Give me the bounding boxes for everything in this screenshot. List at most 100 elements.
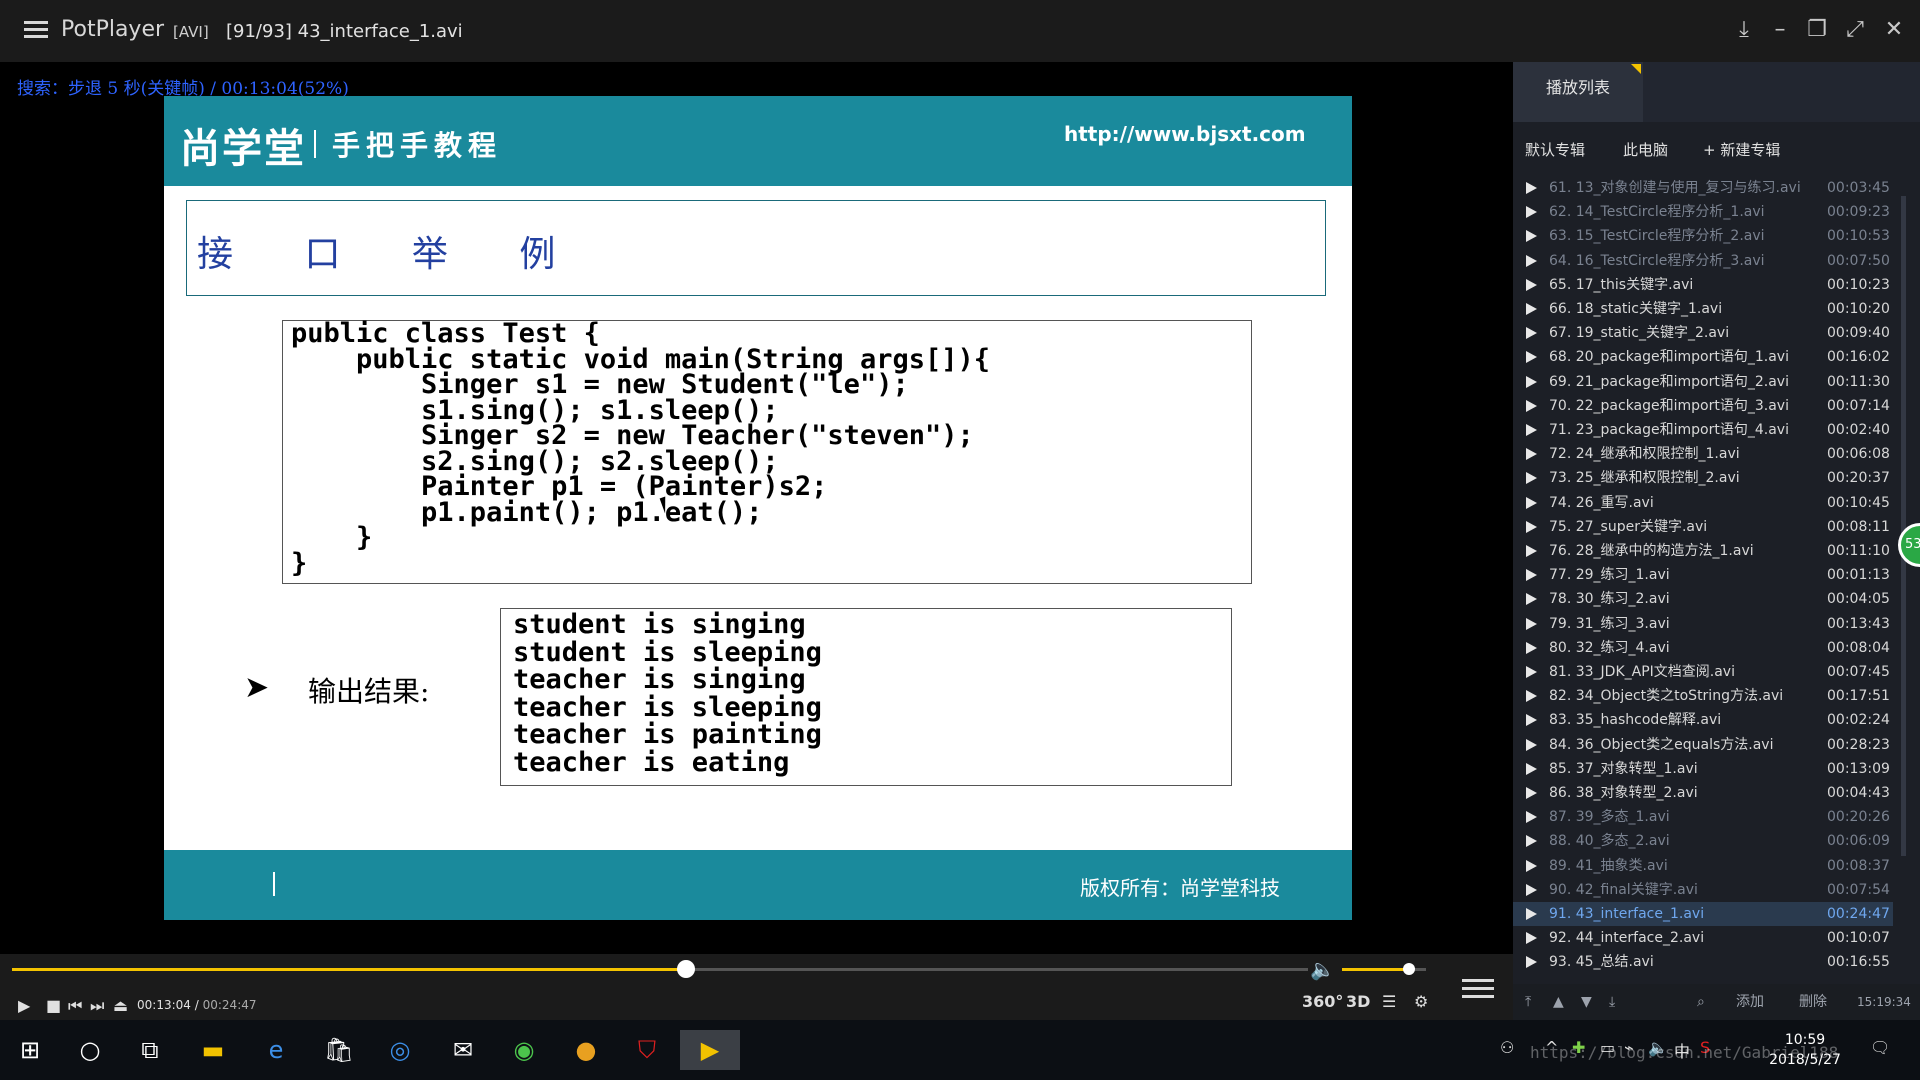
move-bottom-icon[interactable]: ⤓ xyxy=(1609,992,1615,1012)
pin-icon[interactable]: ⤓ xyxy=(1728,14,1760,46)
tab-playlist[interactable]: 播放列表 xyxy=(1513,62,1643,122)
playlist-item[interactable]: 76. 28_继承中的构造方法_1.avi 00:11:10 xyxy=(1513,539,1893,563)
playlist-item[interactable]: 66. 18_static关键字_1.avi 00:10:20 xyxy=(1513,297,1893,321)
playlist-item[interactable]: 73. 25_继承和权限控制_2.avi 00:20:37 xyxy=(1513,466,1893,490)
playlist-item[interactable]: 85. 37_对象转型_1.avi 00:13:09 xyxy=(1513,757,1893,781)
playlist-item[interactable]: 68. 20_package和import语句_1.avi 00:16:02 xyxy=(1513,345,1893,369)
previous-button[interactable]: ⏮ xyxy=(68,996,82,1016)
output-line: teacher is eating xyxy=(513,746,790,778)
main-menu-icon[interactable] xyxy=(24,17,48,45)
potplayer-taskbar-icon[interactable]: ▶ xyxy=(680,1030,740,1070)
store-icon[interactable]: 🛍 xyxy=(319,1030,359,1070)
playlist-item[interactable]: 90. 42_final关键字.avi 00:07:54 xyxy=(1513,878,1893,902)
playlist-item[interactable]: 81. 33_JDK_API文档查阅.avi 00:07:45 xyxy=(1513,660,1893,684)
360-button[interactable]: 360° xyxy=(1302,992,1343,1011)
seek-bar[interactable] xyxy=(12,960,1308,978)
app-title: PotPlayer xyxy=(61,17,165,42)
minimize-button[interactable]: – xyxy=(1764,14,1796,46)
windows-start-icon[interactable]: ⊞ xyxy=(10,1030,50,1070)
playlist-item[interactable]: 82. 34_Object类之toString方法.avi 00:17:51 xyxy=(1513,684,1893,708)
cortana-icon[interactable]: ○ xyxy=(70,1030,110,1070)
delete-button[interactable]: 删除 xyxy=(1799,992,1827,1012)
playlist-item[interactable]: 69. 21_package和import语句_2.avi 00:11:30 xyxy=(1513,370,1893,394)
browser-icon[interactable]: ◎ xyxy=(380,1030,420,1070)
move-up-icon[interactable]: ▲ xyxy=(1553,992,1564,1012)
playlist-item[interactable]: 84. 36_Object类之equals方法.avi 00:28:23 xyxy=(1513,733,1893,757)
playlist-item-duration: 00:06:08 xyxy=(1827,446,1890,463)
notification-icon[interactable]: 🗨 xyxy=(1870,1038,1890,1057)
add-button[interactable]: 添加 xyxy=(1736,992,1764,1012)
playlist-item[interactable]: 78. 30_练习_2.avi 00:04:05 xyxy=(1513,587,1893,611)
edge-icon[interactable]: e xyxy=(256,1030,296,1070)
playlist-item[interactable]: 72. 24_继承和权限控制_1.avi 00:06:08 xyxy=(1513,442,1893,466)
3d-button[interactable]: 3D xyxy=(1346,992,1370,1011)
playlist-item-current[interactable]: 91. 43_interface_1.avi 00:24:47 xyxy=(1513,902,1893,926)
task-view-icon[interactable]: ⧉ xyxy=(130,1030,170,1070)
restore-button[interactable]: ❐ xyxy=(1801,14,1833,46)
playlist-item-duration: 00:04:43 xyxy=(1827,785,1890,801)
playlist-scrollbar[interactable] xyxy=(1897,176,1911,976)
tab-this-pc[interactable]: 此电脑 xyxy=(1623,130,1668,170)
play-button[interactable]: ▶ xyxy=(18,996,30,1015)
file-explorer-icon[interactable]: ▬ xyxy=(193,1030,233,1070)
play-triangle-icon xyxy=(1526,520,1537,533)
playlist-item[interactable]: 83. 35_hashcode解释.avi 00:02:24 xyxy=(1513,708,1893,732)
playlist-item-name: 80. 32_练习_4.avi xyxy=(1549,639,1670,656)
playlist-toggle-icon[interactable] xyxy=(1462,974,1494,1000)
playlist-item[interactable]: 92. 44_interface_2.avi 00:10:07 xyxy=(1513,926,1893,950)
playlist-item-duration: 00:07:45 xyxy=(1827,664,1890,680)
playlist-item[interactable]: 80. 32_练习_4.avi 00:08:04 xyxy=(1513,636,1893,660)
slide-slogan: 手把手教程 xyxy=(313,124,502,164)
volume-handle[interactable] xyxy=(1403,963,1416,975)
subtitle-icon[interactable]: ☰ xyxy=(1382,992,1396,1011)
mcafee-icon[interactable]: ⛉ xyxy=(627,1030,667,1070)
people-icon[interactable]: ⚇ xyxy=(1500,1038,1514,1057)
playlist-item-duration: 00:10:23 xyxy=(1827,276,1890,293)
fullscreen-button[interactable]: ⤢ xyxy=(1839,14,1871,46)
playlist-item[interactable]: 89. 41_抽象类.avi 00:08:37 xyxy=(1513,854,1893,878)
scrollbar-thumb[interactable] xyxy=(1901,196,1906,856)
next-button[interactable]: ⏭ xyxy=(90,996,104,1016)
playlist-item[interactable]: 63. 15_TestCircle程序分析_2.avi 00:10:53 xyxy=(1513,224,1893,248)
mail-icon[interactable]: ✉ xyxy=(443,1030,483,1070)
playlist-item[interactable]: 79. 31_练习_3.avi 00:13:43 xyxy=(1513,612,1893,636)
volume-icon[interactable]: 🔈 xyxy=(1310,957,1335,981)
playlist-item[interactable]: 74. 26_重写.avi 00:10:45 xyxy=(1513,491,1893,515)
playlist-panel: 播放列表 默认专辑 此电脑 + 新建专辑 61. 13_对象创建与使用_复习与练… xyxy=(1513,62,1920,1020)
playlist-item[interactable]: 67. 19_static_关键字_2.avi 00:09:40 xyxy=(1513,321,1893,345)
playlist-item[interactable]: 62. 14_TestCircle程序分析_1.avi 00:09:23 xyxy=(1513,200,1893,224)
search-icon[interactable]: ⌕ xyxy=(1697,992,1705,1012)
play-triangle-icon xyxy=(1526,956,1537,969)
playlist-item[interactable]: 87. 39_多态_1.avi 00:20:26 xyxy=(1513,805,1893,829)
playlist-item[interactable]: 86. 38_对象转型_2.avi 00:04:43 xyxy=(1513,781,1893,805)
seek-handle[interactable] xyxy=(676,960,695,978)
playlist-item-name: 76. 28_继承中的构造方法_1.avi xyxy=(1549,543,1754,559)
playlist-item[interactable]: 75. 27_super关键字.avi 00:08:11 xyxy=(1513,515,1893,539)
playlist-item-name: 79. 31_练习_3.avi xyxy=(1549,615,1670,632)
playlist-item[interactable]: 61. 13_对象创建与使用_复习与练习.avi 00:03:45 xyxy=(1513,176,1893,200)
playlist-item[interactable]: 88. 40_多态_2.avi 00:06:09 xyxy=(1513,829,1893,853)
playlist-item-name: 67. 19_static_关键字_2.avi xyxy=(1549,325,1730,342)
eject-icon[interactable]: ⏏ xyxy=(113,996,128,1015)
volume-slider[interactable] xyxy=(1342,963,1426,975)
playlist-item[interactable]: 70. 22_package和import语句_3.avi 00:07:14 xyxy=(1513,394,1893,418)
move-down-icon[interactable]: ▼ xyxy=(1581,992,1592,1012)
new-album-button[interactable]: + 新建专辑 xyxy=(1703,130,1780,170)
settings-icon[interactable]: ⚙ xyxy=(1414,992,1428,1011)
playlist-item-duration: 00:06:09 xyxy=(1827,833,1890,850)
close-button[interactable]: ✕ xyxy=(1878,14,1910,46)
playlist-item[interactable]: 77. 29_练习_1.avi 00:01:13 xyxy=(1513,563,1893,587)
playlist-item[interactable]: 64. 16_TestCircle程序分析_3.avi 00:07:50 xyxy=(1513,249,1893,273)
tab-default-album[interactable]: 默认专辑 xyxy=(1525,130,1585,170)
move-top-icon[interactable]: ⤒ xyxy=(1525,992,1531,1012)
playlist-item[interactable]: 65. 17_this关键字.avi 00:10:23 xyxy=(1513,273,1893,297)
chrome-icon[interactable]: ● xyxy=(566,1030,606,1070)
360-browser-icon[interactable]: ◉ xyxy=(504,1030,544,1070)
stop-button[interactable]: ■ xyxy=(46,996,61,1015)
playlist-item[interactable]: 71. 23_package和import语句_4.avi 00:02:40 xyxy=(1513,418,1893,442)
playlist-item[interactable]: 93. 45_总结.avi 00:16:55 xyxy=(1513,950,1893,974)
play-triangle-icon xyxy=(1526,811,1537,824)
playlist-item-duration: 00:13:09 xyxy=(1827,760,1890,777)
play-triangle-icon xyxy=(1526,908,1537,920)
playlist-item-duration: 00:16:02 xyxy=(1827,349,1890,366)
